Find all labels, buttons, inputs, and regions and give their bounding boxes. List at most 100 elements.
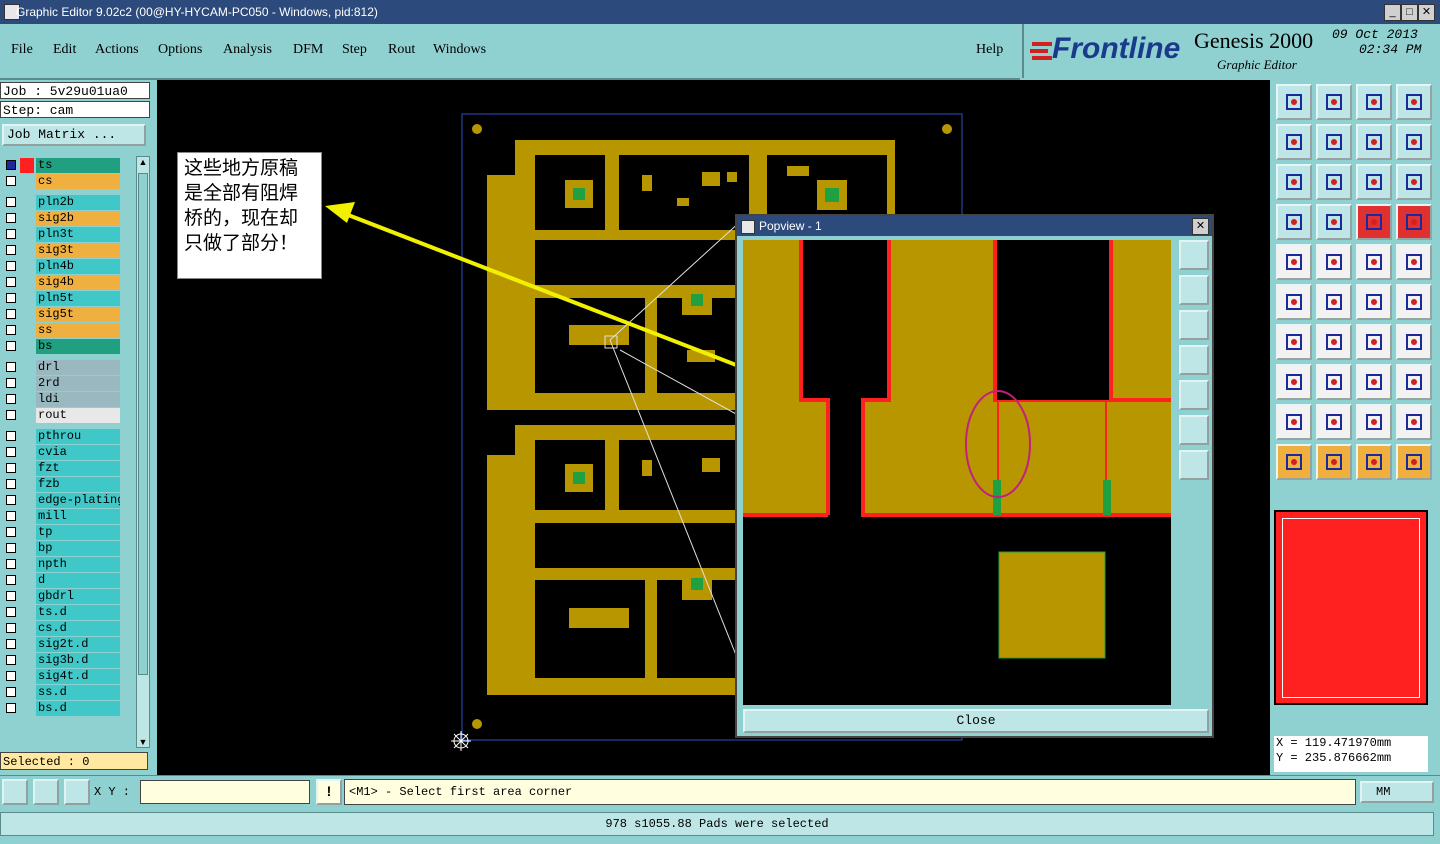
layer-row-rout[interactable]: rout <box>2 408 122 423</box>
layer-checkbox[interactable] <box>6 639 16 649</box>
measure-icon[interactable] <box>33 779 59 805</box>
scale-1to1-icon[interactable] <box>1356 164 1392 200</box>
layer-row-sig3b-d[interactable]: sig3b.d <box>2 653 122 668</box>
pan-left-icon[interactable] <box>1276 124 1312 160</box>
layer-checkbox[interactable] <box>6 229 16 239</box>
layer-checkbox[interactable] <box>6 447 16 457</box>
layer-row-pln4b[interactable]: pln4b <box>2 259 122 274</box>
layer-row-fzb[interactable]: fzb <box>2 477 122 492</box>
menu-analysis[interactable]: Analysis <box>223 42 272 58</box>
circle-icon[interactable] <box>1396 244 1432 280</box>
preview-window[interactable] <box>1274 510 1428 705</box>
layer-compare-icon[interactable] <box>1356 204 1392 240</box>
house-icon[interactable] <box>1356 84 1392 120</box>
line-icon[interactable] <box>1316 324 1352 360</box>
popview-zoom-in-button[interactable] <box>1179 450 1209 480</box>
window-icon[interactable] <box>1396 84 1432 120</box>
layer-row-cs[interactable]: cs <box>2 174 122 189</box>
job-matrix-button[interactable]: Job Matrix ... <box>2 124 146 146</box>
layer-checkbox[interactable] <box>6 293 16 303</box>
layer-row-edge-plating[interactable]: edge-plating <box>2 493 122 508</box>
layer-checkbox[interactable] <box>6 575 16 585</box>
popview-close-icon[interactable]: ✕ <box>1192 218 1209 235</box>
select-icon[interactable] <box>1276 444 1312 480</box>
layer-checkbox[interactable] <box>6 671 16 681</box>
scroll-up-icon[interactable]: ▲ <box>138 157 148 167</box>
layer-row-ts-d[interactable]: ts.d <box>2 605 122 620</box>
layer-checkbox[interactable] <box>6 394 16 404</box>
layer-checkbox[interactable] <box>6 176 16 186</box>
units-select[interactable]: MM <box>1360 781 1434 803</box>
layer-checkbox[interactable] <box>6 703 16 713</box>
layer-row-sig2b[interactable]: sig2b <box>2 211 122 226</box>
layer-row-pln2b[interactable]: pln2b <box>2 195 122 210</box>
grid-icon[interactable] <box>64 779 90 805</box>
layer-checkbox[interactable] <box>6 378 16 388</box>
layer-row-pln5t[interactable]: pln5t <box>2 291 122 306</box>
menu-file[interactable]: File <box>11 42 33 58</box>
pad-icon[interactable] <box>1276 244 1312 280</box>
layer-row-cs-d[interactable]: cs.d <box>2 621 122 636</box>
connect-icon[interactable] <box>1276 284 1312 320</box>
layer-row-ts[interactable]: ts <box>2 158 122 173</box>
arc-split-icon[interactable] <box>1396 404 1432 440</box>
layer-row-ss-d[interactable]: ss.d <box>2 685 122 700</box>
scroll-down-icon[interactable]: ▼ <box>138 737 148 747</box>
menu-windows[interactable]: Windows <box>433 42 486 58</box>
layer-scrollbar[interactable]: ▲ ▼ <box>136 156 150 748</box>
layer-row-sig2t-d[interactable]: sig2t.d <box>2 637 122 652</box>
layer-checkbox[interactable] <box>6 591 16 601</box>
center-icon[interactable] <box>1316 364 1352 400</box>
layer-checkbox[interactable] <box>6 431 16 441</box>
node-icon[interactable] <box>1356 284 1392 320</box>
layer-checkbox[interactable] <box>6 479 16 489</box>
layer-checkbox[interactable] <box>6 245 16 255</box>
layer-checkbox[interactable] <box>6 309 16 319</box>
layer-row-cvia[interactable]: cvia <box>2 445 122 460</box>
cross-icon[interactable] <box>1316 284 1352 320</box>
ruler-icon[interactable] <box>1356 244 1392 280</box>
layer-checkbox[interactable] <box>6 261 16 271</box>
layer-row-bs-d[interactable]: bs.d <box>2 701 122 716</box>
popview-close-button[interactable]: Close <box>743 709 1209 733</box>
layer-row-2rd[interactable]: 2rd <box>2 376 122 391</box>
popview-pan-up-button[interactable] <box>1179 275 1209 305</box>
triangle-icon[interactable] <box>1276 404 1312 440</box>
layer-checkbox[interactable] <box>6 362 16 372</box>
text-icon[interactable] <box>1396 324 1432 360</box>
flip-icon[interactable] <box>1356 124 1392 160</box>
close-window-button[interactable]: ✕ <box>1418 4 1435 21</box>
area-select-icon[interactable] <box>2 779 28 805</box>
menu-help[interactable]: Help <box>976 42 1003 58</box>
triangle-up-icon[interactable] <box>1316 404 1352 440</box>
layer-checkbox[interactable] <box>6 607 16 617</box>
layer-checkbox[interactable] <box>6 527 16 537</box>
popview-pan-right-button[interactable] <box>1179 380 1209 410</box>
layer-row-tp[interactable]: tp <box>2 525 122 540</box>
zoom-fit-icon[interactable] <box>1276 164 1312 200</box>
step-icon[interactable] <box>1396 364 1432 400</box>
layer-checkbox[interactable] <box>6 213 16 223</box>
menu-step[interactable]: Step <box>342 42 367 58</box>
layer-row-ss[interactable]: ss <box>2 323 122 338</box>
alert-icon[interactable]: ! <box>316 779 342 805</box>
layer-row-sig4t-d[interactable]: sig4t.d <box>2 669 122 684</box>
select-rotate-icon[interactable] <box>1356 444 1392 480</box>
help-icon[interactable] <box>1396 164 1432 200</box>
xy-input[interactable] <box>140 780 310 804</box>
menu-options[interactable]: Options <box>158 42 202 58</box>
layer-checkbox[interactable] <box>6 463 16 473</box>
layer-checkbox[interactable] <box>6 197 16 207</box>
layer-row-sig3t[interactable]: sig3t <box>2 243 122 258</box>
maximize-button[interactable]: □ <box>1401 4 1418 21</box>
popview-canvas[interactable] <box>743 240 1171 705</box>
layer-row-pthrou[interactable]: pthrou <box>2 429 122 444</box>
arc-icon[interactable] <box>1356 324 1392 360</box>
layer-checkbox[interactable] <box>6 277 16 287</box>
layer-row-ldi[interactable]: ldi <box>2 392 122 407</box>
arc-outline-icon[interactable] <box>1356 404 1392 440</box>
select-one-icon[interactable] <box>1316 444 1352 480</box>
layer-row-sig4b[interactable]: sig4b <box>2 275 122 290</box>
grid-toggle-icon[interactable] <box>1316 204 1352 240</box>
layer-checkbox[interactable] <box>6 623 16 633</box>
